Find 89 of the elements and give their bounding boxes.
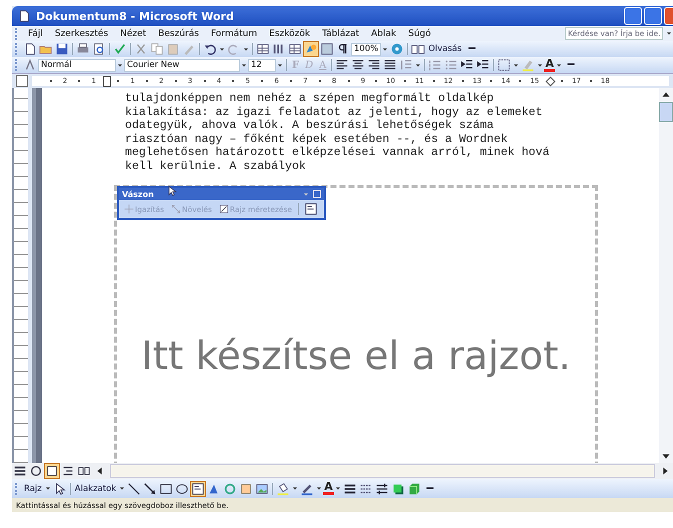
text-line: riasztóan nagy – főként képek esetében --, és a Wordnek — [125, 132, 509, 146]
menu-item[interactable]: Fájl — [22, 28, 49, 38]
horizontal-scrollbar[interactable] — [110, 464, 655, 478]
window-title: Dokumentum8 - Microsoft Word — [36, 10, 234, 22]
align-right-icon[interactable] — [367, 58, 382, 72]
tab-selector[interactable] — [16, 75, 28, 87]
textbox-icon[interactable] — [304, 202, 318, 216]
maximize-button[interactable] — [644, 7, 662, 25]
caret-icon[interactable] — [415, 62, 422, 68]
table-icon[interactable] — [288, 42, 302, 56]
text-line: kialakítása: az igazi feladatot az jelenti, hogy az elemeket — [125, 106, 544, 120]
shadow-icon[interactable] — [390, 482, 405, 496]
line-icon[interactable] — [127, 482, 142, 496]
outline-view-icon[interactable] — [61, 464, 75, 478]
fill-bucket-icon[interactable] — [276, 482, 290, 496]
caret-icon[interactable] — [537, 62, 544, 68]
undo-icon[interactable] — [203, 42, 217, 56]
print-preview-icon[interactable] — [92, 42, 106, 56]
toolbar-title: Vászon — [122, 190, 154, 198]
menu-item[interactable]: Beszúrás — [152, 28, 205, 38]
draw-menu[interactable]: Rajz — [22, 484, 44, 494]
caret-icon[interactable] — [44, 486, 51, 491]
text-line: meglehetősen határozott elképzelései vannak arról, minek hová — [125, 146, 550, 160]
reading-button[interactable]: Olvasás — [426, 44, 464, 54]
align-icon — [124, 204, 134, 214]
caret-icon[interactable] — [334, 486, 341, 491]
toolbar-grip-icon — [15, 482, 19, 494]
scroll-thumb[interactable] — [659, 102, 673, 122]
style-dropdown[interactable]: Normál — [38, 58, 116, 72]
caret-icon[interactable] — [316, 486, 322, 491]
justify-icon[interactable] — [383, 58, 398, 72]
zoom-dropdown[interactable]: 100% — [351, 42, 382, 56]
mouse-cursor-icon — [166, 184, 178, 198]
caret-icon[interactable] — [117, 62, 123, 68]
toolbar-grip-icon — [15, 43, 19, 55]
canvas-placeholder: Itt készítse el a rajzot. — [141, 334, 571, 380]
picture-icon[interactable] — [255, 482, 270, 496]
font-color-button[interactable]: A — [323, 482, 334, 495]
right-indent-marker[interactable] — [545, 76, 555, 86]
caret-icon[interactable] — [382, 46, 388, 52]
align-center-icon[interactable] — [351, 58, 366, 72]
table-icon[interactable] — [256, 42, 270, 56]
text-line: kell kerülnie. A szabályok — [125, 160, 307, 174]
caret-icon[interactable] — [556, 62, 562, 68]
caret-icon[interactable] — [243, 46, 249, 52]
reading-view-icon[interactable] — [77, 464, 91, 478]
rectangle-icon[interactable] — [159, 482, 174, 496]
autoshapes-menu[interactable]: Alakzatok — [72, 484, 118, 494]
menu-item[interactable]: Táblázat — [316, 28, 366, 38]
grow-icon — [171, 204, 182, 214]
caret-icon[interactable] — [119, 486, 126, 491]
close-button[interactable] — [313, 190, 321, 198]
book-icon[interactable] — [411, 42, 426, 56]
menu-item[interactable]: Eszközök — [263, 28, 316, 38]
save-icon[interactable] — [55, 42, 69, 56]
font-size-dropdown[interactable]: 12 — [248, 58, 276, 72]
clipboard-icon[interactable] — [166, 42, 180, 56]
menu-item[interactable]: Szerkesztés — [48, 28, 114, 38]
textbox-icon[interactable] — [191, 482, 206, 496]
menu-item[interactable]: Ablak — [365, 28, 402, 38]
app-icon[interactable] — [17, 9, 31, 23]
menu-item[interactable]: Formátum — [204, 28, 264, 38]
arrow-style-icon[interactable] — [374, 482, 389, 496]
menu-item[interactable]: Nézet — [114, 28, 152, 38]
line-style-icon[interactable] — [342, 482, 357, 496]
checkmark-icon[interactable] — [113, 42, 127, 56]
text-line: tulajdonképpen nem nehéz a szépen megformált oldalkép — [125, 92, 495, 106]
font-dropdown[interactable]: Courier New — [124, 58, 240, 72]
normal-view-icon[interactable] — [13, 464, 27, 478]
caret-icon[interactable] — [292, 486, 298, 491]
pen-icon[interactable] — [300, 482, 314, 496]
border-icon[interactable] — [497, 58, 512, 72]
align-left-icon[interactable] — [335, 58, 350, 72]
text-line: odategyük, ahova valók. A beszúrási lehetőségek száma — [125, 119, 495, 133]
web-view-icon[interactable] — [29, 464, 43, 478]
caret-icon[interactable] — [666, 31, 672, 36]
indent-marker[interactable] — [102, 76, 111, 86]
toolbar-grip-icon — [15, 59, 19, 71]
minimize-button[interactable] — [624, 7, 642, 25]
arrow-icon[interactable] — [143, 482, 158, 496]
caret-icon[interactable] — [219, 46, 225, 52]
vertical-scrollbar[interactable] — [659, 88, 673, 463]
caret-icon[interactable] — [513, 62, 520, 68]
print-view-icon[interactable] — [45, 464, 59, 478]
resize-icon — [218, 204, 229, 214]
caret-icon[interactable] — [277, 62, 283, 68]
menu-item[interactable]: Súgó — [402, 28, 437, 38]
caret-icon[interactable] — [241, 62, 247, 68]
ellipse-icon[interactable] — [175, 482, 190, 496]
